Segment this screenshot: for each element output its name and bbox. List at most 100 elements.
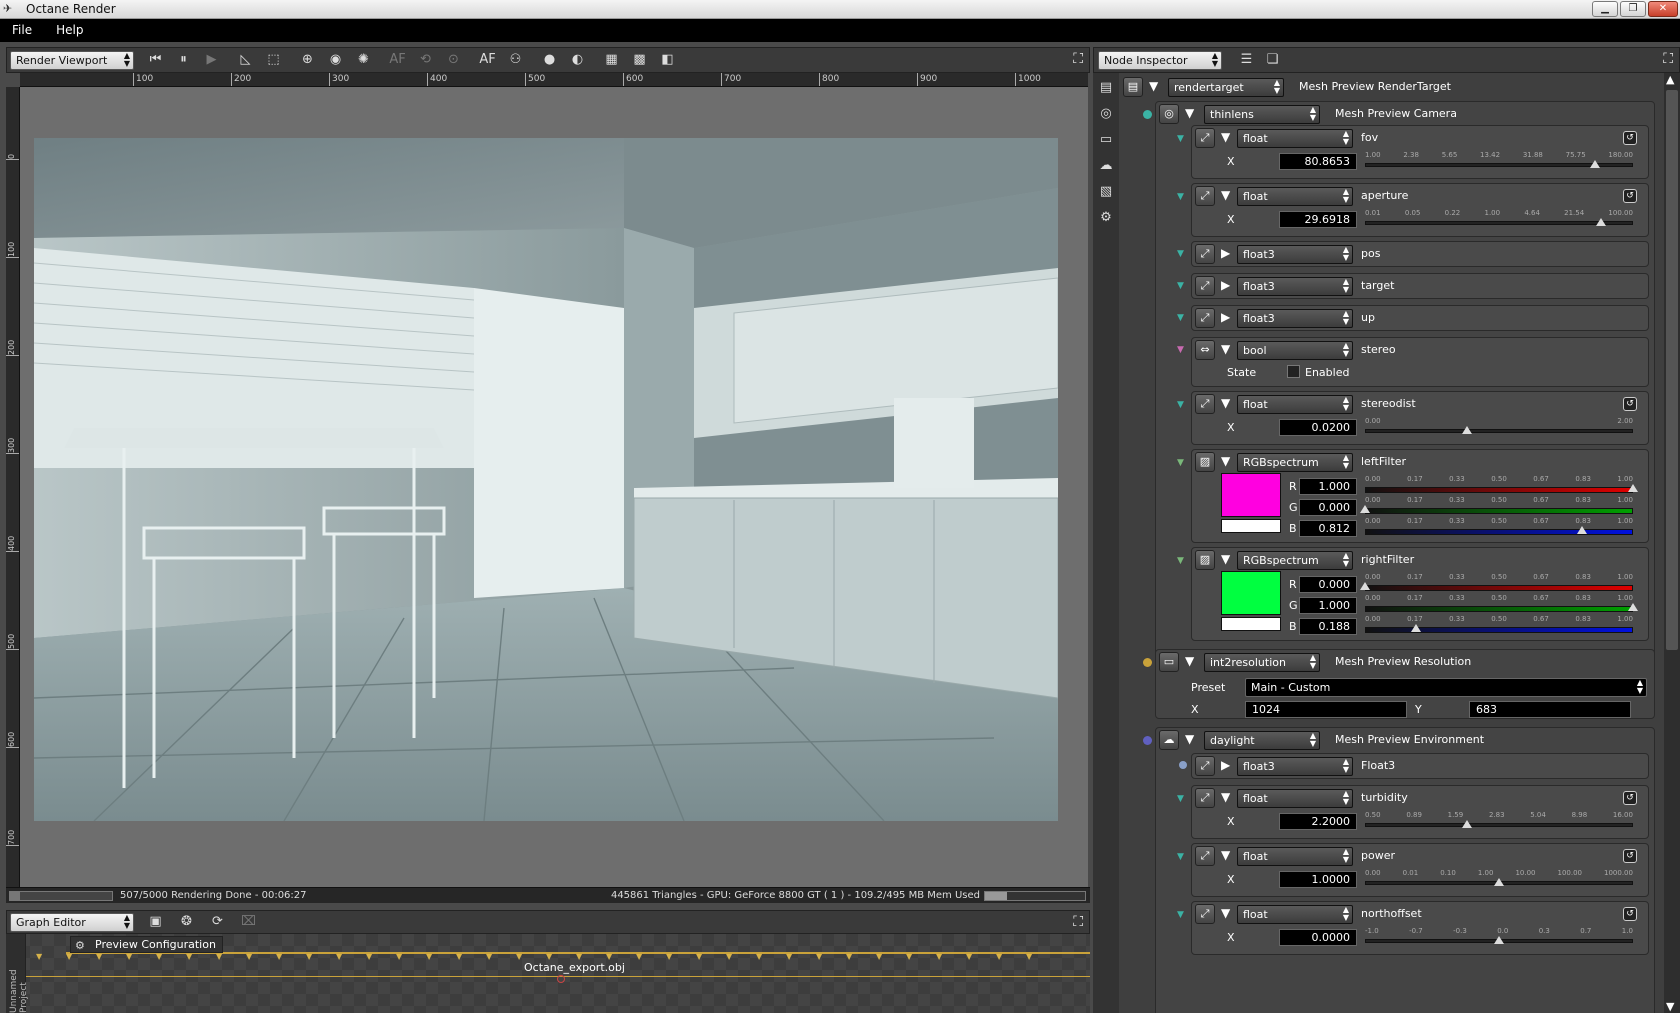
node-pin-triangle-icon[interactable]: ▼	[516, 952, 522, 961]
graph-editor-canvas[interactable]: Unnamed Project ⚙ Preview Configuration …	[6, 934, 1090, 1013]
sphere-outline-icon[interactable]: ◐	[567, 51, 588, 69]
leftfilter-white-swatch[interactable]	[1221, 519, 1281, 533]
resolution-icon[interactable]: ▭	[1096, 131, 1116, 149]
autofocus-dim-icon[interactable]: AF	[387, 51, 408, 69]
power-value-field[interactable]: 1.0000	[1279, 871, 1357, 888]
node-inspector-panel-select[interactable]: Node Inspector ▲ ▼	[1098, 51, 1222, 70]
pick-white-balance-icon[interactable]: ✺	[353, 51, 374, 69]
node-pin-triangle-icon[interactable]: ▼	[666, 952, 672, 961]
rightfilter-b-field[interactable]: 0.188	[1299, 618, 1357, 635]
res-y-field[interactable]: 683	[1469, 701, 1631, 718]
node-pin-triangle-icon[interactable]: ▼	[606, 952, 612, 961]
collapse-triangle-icon[interactable]: ▶	[1221, 756, 1230, 774]
slider-thumb[interactable]	[1461, 820, 1472, 828]
restart-render-icon[interactable]: ⏮	[145, 51, 166, 69]
resolution-type-select[interactable]: int2resolution ▲ ▼	[1204, 653, 1320, 672]
node-pin-triangle-icon[interactable]: ▼	[66, 952, 72, 961]
rendertarget-type-select[interactable]: rendertarget ▲ ▼	[1168, 78, 1284, 97]
rightfilter-r-field[interactable]: 0.000	[1299, 576, 1357, 593]
node-pin-triangle-icon[interactable]: ▼	[186, 952, 192, 961]
node-pin-triangle-icon[interactable]: ▼	[876, 952, 882, 961]
node-pin-triangle-icon[interactable]: ▼	[966, 952, 972, 961]
environment-pin[interactable]	[1143, 736, 1152, 745]
res-x-field[interactable]: 1024	[1245, 701, 1407, 718]
float3-pin[interactable]	[1179, 761, 1187, 769]
leftfilter-r-field[interactable]: 1.000	[1299, 478, 1357, 495]
node-pin-triangle-icon[interactable]: ▼	[696, 952, 702, 961]
pin-triangle-icon[interactable]: ▼	[1177, 853, 1184, 862]
rotate-icon[interactable]: ⟲	[415, 51, 436, 69]
pin-triangle-icon[interactable]: ▼	[1177, 911, 1184, 920]
expand-triangle-icon[interactable]: ▼	[1221, 904, 1230, 922]
lock-icon[interactable]: ⚇	[505, 51, 526, 69]
collapse-all-icon[interactable]: ☰	[1236, 51, 1257, 69]
pick-focus-icon[interactable]: ⊕	[297, 51, 318, 69]
node-pin-triangle-icon[interactable]: ▼	[636, 952, 642, 961]
resolution-pin[interactable]	[1143, 658, 1152, 667]
close-button[interactable]: ✕	[1648, 1, 1678, 17]
node-pin-triangle-icon[interactable]: ▼	[486, 952, 492, 961]
sphere-icon[interactable]: ●	[539, 51, 560, 69]
expand-triangle-icon[interactable]: ▼	[1221, 128, 1230, 146]
collapse-triangle-icon[interactable]: ▶	[1221, 308, 1230, 326]
viewport-panel-select[interactable]: Render Viewport ▲ ▼	[10, 51, 134, 70]
pin-triangle-icon[interactable]: ▼	[1177, 459, 1184, 468]
fov-value-field[interactable]: 80.8653	[1279, 153, 1357, 170]
pin-triangle-icon[interactable]: ▼	[1177, 314, 1184, 323]
expand-triangle-icon[interactable]: ▼	[1221, 186, 1230, 204]
node-pin-triangle-icon[interactable]: ▼	[426, 952, 432, 961]
node-pin-triangle-icon[interactable]: ▼	[396, 952, 402, 961]
render-viewport[interactable]	[20, 87, 1088, 887]
expand-triangle-icon[interactable]: ▼	[1221, 788, 1230, 806]
node-pin-triangle-icon[interactable]: ▼	[786, 952, 792, 961]
slider-thumb[interactable]	[1494, 936, 1504, 944]
pick-material-icon[interactable]: ◉	[325, 51, 346, 69]
float-node-icon[interactable]: ⤢	[1195, 788, 1215, 808]
expand-triangle-icon[interactable]: ▼	[1185, 104, 1194, 122]
slider-thumb[interactable]	[1628, 484, 1638, 492]
pin-triangle-icon[interactable]: ▼	[1177, 135, 1184, 144]
node-pin-triangle-icon[interactable]: ▼	[576, 952, 582, 961]
rgbspectrum-node-icon[interactable]: ▨	[1195, 452, 1215, 472]
node-pin-triangle-icon[interactable]: ▼	[756, 952, 762, 961]
slider-thumb[interactable]	[1461, 426, 1472, 434]
camera-type-select[interactable]: thinlens ▲ ▼	[1204, 105, 1320, 124]
node-pin-triangle-icon[interactable]: ▼	[126, 952, 132, 961]
fov-type-select[interactable]: float ▲ ▼	[1237, 129, 1353, 148]
pin-triangle-icon[interactable]: ▼	[1177, 795, 1184, 804]
node-pin-triangle-icon[interactable]: ▼	[816, 952, 822, 961]
slider-thumb[interactable]	[1590, 160, 1601, 168]
turbidity-slider[interactable]: 0.50 0.89 1.59 2.83 5.04 8.98 16.00	[1365, 811, 1633, 835]
collapse-triangle-icon[interactable]: ▶	[1221, 276, 1230, 294]
kernel-icon[interactable]: ⚙	[1096, 209, 1116, 227]
environment-type-select[interactable]: daylight ▲ ▼	[1204, 731, 1320, 750]
camera-pin[interactable]	[1143, 110, 1152, 119]
node-pin-triangle-icon[interactable]: ▼	[846, 952, 852, 961]
node-pin-triangle-icon[interactable]: ▼	[156, 952, 162, 961]
target-type-select[interactable]: float3 ▲ ▼	[1237, 277, 1353, 296]
rendertarget-node-icon[interactable]: ▤	[1123, 77, 1143, 97]
float-node-icon[interactable]: ⤢	[1195, 186, 1215, 206]
expand-triangle-icon[interactable]: ▼	[1221, 340, 1230, 358]
grid-icon[interactable]: ▦	[601, 51, 622, 69]
node-pin-triangle-icon[interactable]: ▼	[336, 952, 342, 961]
pin-triangle-icon[interactable]: ▼	[1177, 557, 1184, 566]
pin-triangle-icon[interactable]: ▼	[1177, 193, 1184, 202]
slider-thumb[interactable]	[1628, 603, 1638, 611]
stereo-enabled-checkbox[interactable]	[1287, 365, 1300, 378]
float3-node-icon[interactable]: ⤢	[1195, 276, 1215, 296]
bool-node-icon[interactable]: ⇔	[1195, 340, 1215, 360]
project-tab[interactable]: Unnamed Project	[6, 934, 29, 1013]
node-pin-triangle-icon[interactable]: ▼	[546, 952, 552, 961]
rightfilter-white-swatch[interactable]	[1221, 617, 1281, 631]
node-pin-triangle-icon[interactable]: ▼	[366, 952, 372, 961]
imager-icon[interactable]: ▧	[1096, 183, 1116, 201]
delete-node-icon[interactable]: ⌧	[238, 913, 259, 931]
aperture-value-field[interactable]: 29.6918	[1279, 211, 1357, 228]
stereodist-slider[interactable]: 0.00 2.00	[1365, 417, 1633, 441]
menu-file[interactable]: File	[0, 19, 44, 42]
scroll-down-icon[interactable]: ▼	[1666, 1000, 1674, 1013]
expand-triangle-icon[interactable]: ▼	[1221, 550, 1230, 568]
environment-icon[interactable]: ☁	[1096, 157, 1116, 175]
float3-node-icon[interactable]: ⤢	[1195, 244, 1215, 264]
